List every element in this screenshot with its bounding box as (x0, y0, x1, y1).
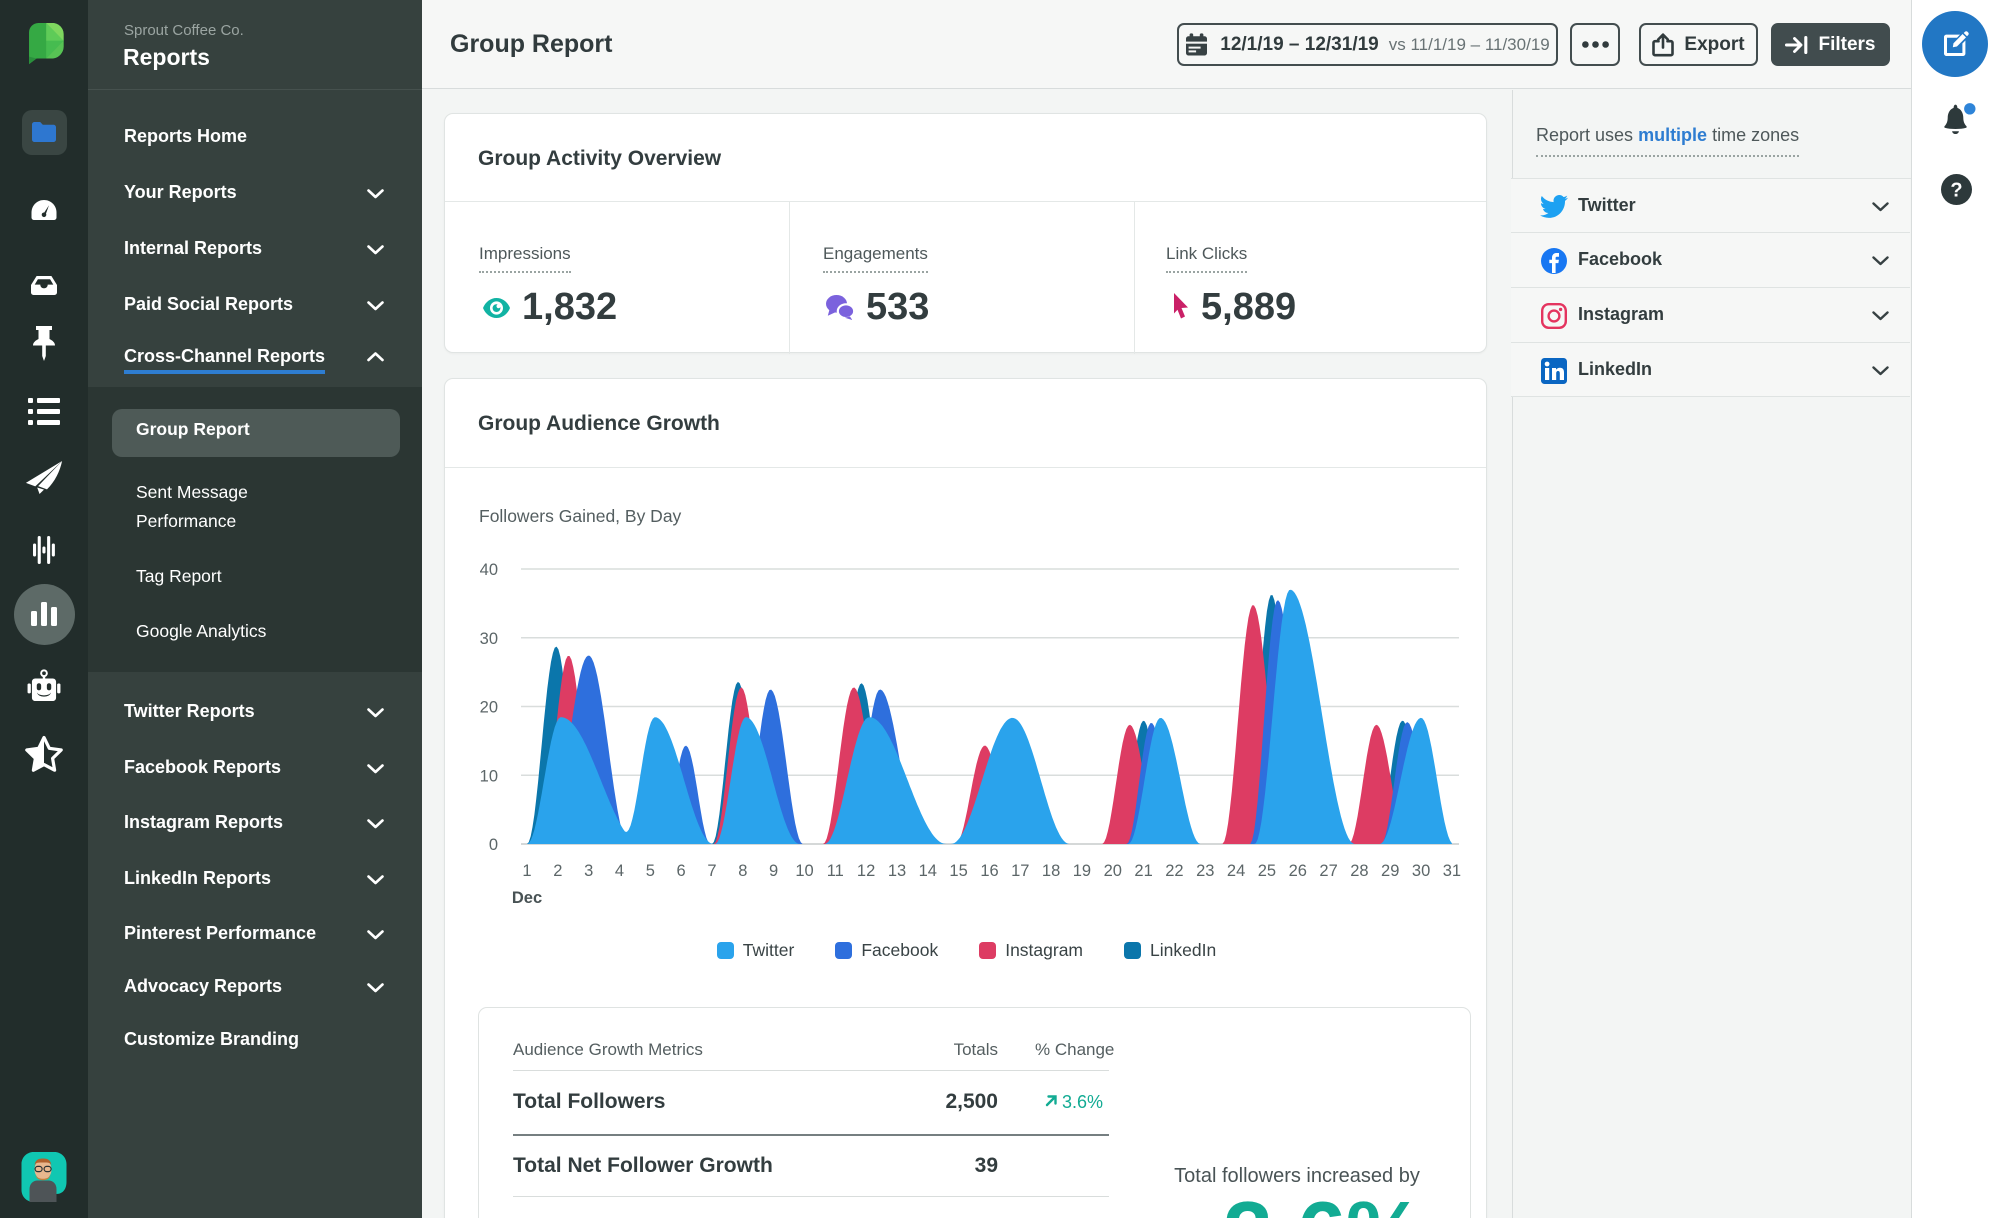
svg-text:28: 28 (1350, 862, 1368, 880)
svg-text:0: 0 (489, 836, 498, 854)
svg-text:3: 3 (584, 862, 593, 880)
svg-text:10: 10 (795, 862, 813, 880)
svg-text:1: 1 (522, 862, 531, 880)
svg-text:2: 2 (553, 862, 562, 880)
svg-text:21: 21 (1134, 862, 1152, 880)
svg-text:16: 16 (980, 862, 998, 880)
svg-text:19: 19 (1073, 862, 1091, 880)
svg-text:27: 27 (1319, 862, 1337, 880)
svg-text:8: 8 (738, 862, 747, 880)
svg-text:31: 31 (1443, 862, 1461, 880)
svg-text:12: 12 (857, 862, 875, 880)
svg-text:6: 6 (677, 862, 686, 880)
svg-text:5: 5 (646, 862, 655, 880)
svg-text:18: 18 (1042, 862, 1060, 880)
svg-text:17: 17 (1011, 862, 1029, 880)
svg-text:30: 30 (1412, 862, 1430, 880)
svg-text:26: 26 (1289, 862, 1307, 880)
svg-text:20: 20 (1104, 862, 1122, 880)
svg-text:14: 14 (919, 862, 937, 880)
svg-text:4: 4 (615, 862, 624, 880)
svg-text:40: 40 (480, 561, 498, 579)
svg-text:25: 25 (1258, 862, 1276, 880)
svg-text:9: 9 (769, 862, 778, 880)
svg-text:22: 22 (1165, 862, 1183, 880)
svg-text:20: 20 (480, 699, 498, 717)
svg-text:13: 13 (888, 862, 906, 880)
svg-text:Dec: Dec (512, 889, 542, 907)
svg-text:24: 24 (1227, 862, 1245, 880)
svg-text:7: 7 (707, 862, 716, 880)
svg-text:30: 30 (480, 630, 498, 648)
svg-text:23: 23 (1196, 862, 1214, 880)
svg-text:15: 15 (949, 862, 967, 880)
svg-text:29: 29 (1381, 862, 1399, 880)
svg-text:10: 10 (480, 767, 498, 785)
svg-text:?: ? (1950, 180, 1962, 202)
svg-text:11: 11 (827, 862, 844, 880)
